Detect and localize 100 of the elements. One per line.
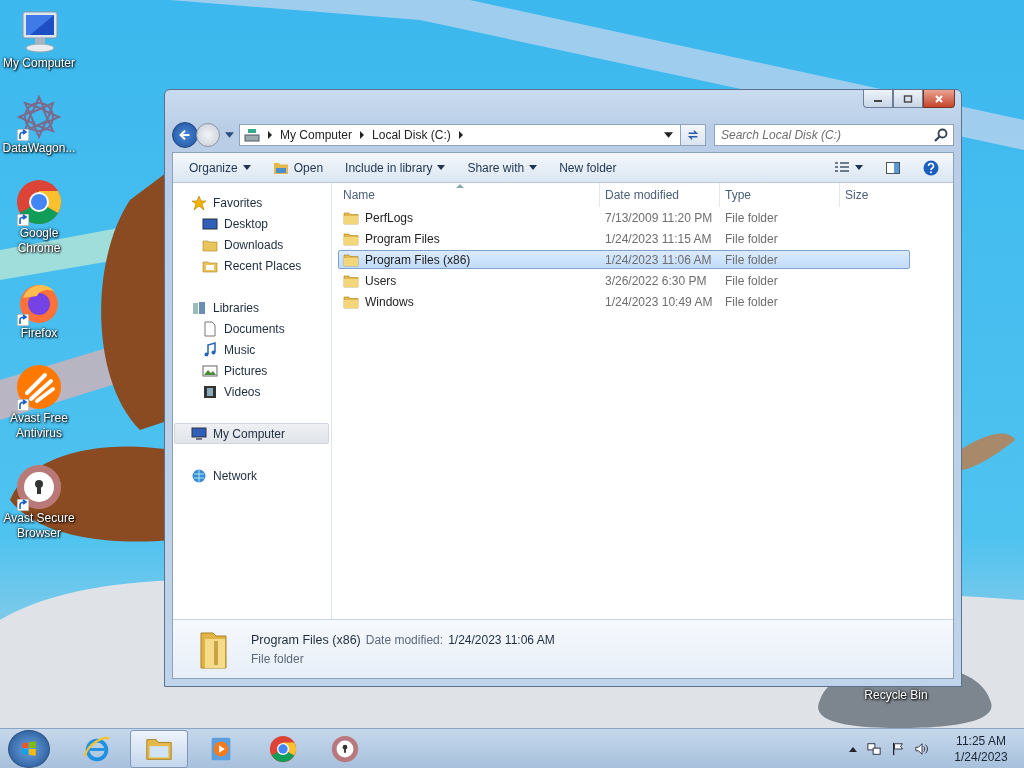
folder-icon (343, 272, 359, 289)
navigation-item[interactable]: Pictures (173, 360, 329, 381)
folder-icon (343, 251, 359, 268)
toolbar-button[interactable]: Open (264, 156, 332, 179)
document-icon (202, 320, 218, 337)
file-row[interactable]: Program Files 1/24/2023 11:15 AM File folder (338, 229, 910, 248)
chrome-icon (15, 178, 63, 226)
file-type: File folder (725, 210, 778, 225)
file-row[interactable]: Windows 1/24/2023 10:49 AM File folder (338, 292, 910, 311)
item-name: Program Files (x86) (251, 632, 361, 647)
caret-icon (855, 165, 863, 170)
file-name: PerfLogs (365, 210, 414, 225)
taskbar-button[interactable] (130, 729, 188, 768)
breadcrumb-item[interactable]: Local Disk (C:) (372, 128, 451, 142)
file-name: Program Files (365, 231, 440, 246)
avast-icon (15, 363, 63, 411)
navigation-item[interactable]: Downloads (173, 234, 329, 255)
date-modified: 7/13/2009 11:20 PM (605, 210, 713, 225)
chevron-icon (457, 131, 464, 139)
file-name: Users (365, 273, 397, 288)
desktop-icon-label[interactable]: Recycle Bin (858, 688, 934, 703)
folder-icon (343, 293, 359, 310)
clock-date[interactable]: 1/24/2023 (954, 748, 1008, 765)
file-type: File folder (725, 273, 778, 288)
file-name: Windows (365, 294, 414, 309)
drive-icon (244, 127, 260, 143)
folder-icon (343, 209, 359, 226)
menu-button[interactable]: Share with (459, 157, 546, 178)
monitor-icon (202, 215, 218, 232)
file-type: File folder (725, 231, 778, 246)
dropdown-arrow-icon[interactable] (664, 131, 673, 139)
desktop-icon-label[interactable]: Avast Secure Browser (1, 511, 77, 541)
column-header[interactable]: Size (840, 183, 930, 207)
minimize-icon (874, 100, 882, 102)
film-icon (202, 383, 218, 400)
star-pattern-icon (15, 93, 63, 141)
navigation-item[interactable]: Videos (173, 381, 329, 402)
date-modified: 3/26/2022 6:30 PM (605, 273, 707, 288)
refresh-button[interactable] (680, 124, 706, 146)
breadcrumb-item[interactable]: My Computer (280, 128, 353, 142)
back-button[interactable] (172, 122, 198, 148)
network-icon[interactable] (867, 741, 881, 756)
column-header[interactable]: Type (720, 183, 840, 207)
show-hidden-icons-icon[interactable] (849, 745, 857, 752)
chrome-icon (268, 733, 298, 764)
caret-icon (437, 165, 446, 170)
flipper-drawing (960, 433, 1015, 470)
date-modified: 1/24/2023 10:49 AM (605, 294, 713, 309)
navigation-item[interactable]: Documents (173, 318, 329, 339)
menu-button[interactable]: Organize (181, 157, 259, 178)
item-type: File folder (251, 651, 305, 666)
library-icon (191, 299, 207, 316)
navigation-item[interactable]: Network (173, 465, 329, 486)
lock-shield-icon (330, 733, 360, 764)
folder-icon (343, 230, 359, 247)
menu-button[interactable]: Include in library (337, 157, 454, 178)
caret-icon (529, 165, 538, 170)
star-icon (191, 194, 207, 211)
speaker-icon[interactable] (915, 741, 929, 756)
maximize-button[interactable] (893, 90, 923, 108)
flag-icon[interactable] (891, 741, 905, 756)
globe-icon (191, 467, 207, 484)
field-label: Date modified: (365, 632, 444, 647)
search-icon (933, 127, 949, 143)
column-header[interactable]: Date modified (600, 183, 720, 207)
navigation-item[interactable]: Favorites (173, 192, 329, 213)
picture-icon (202, 362, 218, 379)
windows-logo (20, 739, 38, 758)
file-row[interactable]: Users 3/26/2022 6:30 PM File folder (338, 271, 910, 290)
file-row[interactable]: Program Files (x86) 1/24/2023 11:06 AM File folder (338, 250, 910, 269)
address-bar[interactable]: My Computer Local Disk (C:) (239, 124, 681, 146)
navigation-item[interactable]: Recent Places (173, 255, 329, 276)
close-icon (934, 93, 944, 104)
navigation-item[interactable]: My Computer (174, 423, 329, 444)
back-arrow-icon (178, 128, 192, 142)
navigation-item[interactable]: Music (173, 339, 329, 360)
maximize-icon (903, 93, 913, 104)
clock-time[interactable]: 11:25 AM (956, 732, 1006, 749)
date-value: 1/24/2023 11:06 AM (448, 632, 555, 647)
navigation-item[interactable]: Desktop (173, 213, 329, 234)
preview-pane-icon (885, 159, 901, 176)
help-icon (923, 159, 939, 176)
file-type: File folder (725, 252, 778, 267)
toolbar-button[interactable]: New folder (551, 157, 625, 178)
file-name: Program Files (x86) (365, 252, 471, 267)
lock-shield-icon (15, 463, 63, 511)
computer-icon (191, 425, 207, 442)
file-row[interactable]: PerfLogs 7/13/2009 11:20 PM File folder (338, 208, 910, 227)
refresh-icon (686, 128, 700, 142)
music-note-icon (202, 341, 218, 358)
date-modified: 1/24/2023 11:15 AM (605, 231, 712, 246)
chevron-icon (359, 131, 366, 139)
minimize-button[interactable] (863, 90, 893, 108)
date-modified: 1/24/2023 11:06 AM (605, 252, 712, 267)
chevron-icon (267, 131, 273, 139)
start-button[interactable] (8, 729, 50, 768)
navigation-item[interactable]: Libraries (173, 297, 329, 318)
search-field[interactable]: Search Local Disk (C:) (714, 124, 954, 146)
close-button[interactable] (923, 90, 955, 108)
column-header[interactable]: Name (338, 183, 600, 207)
